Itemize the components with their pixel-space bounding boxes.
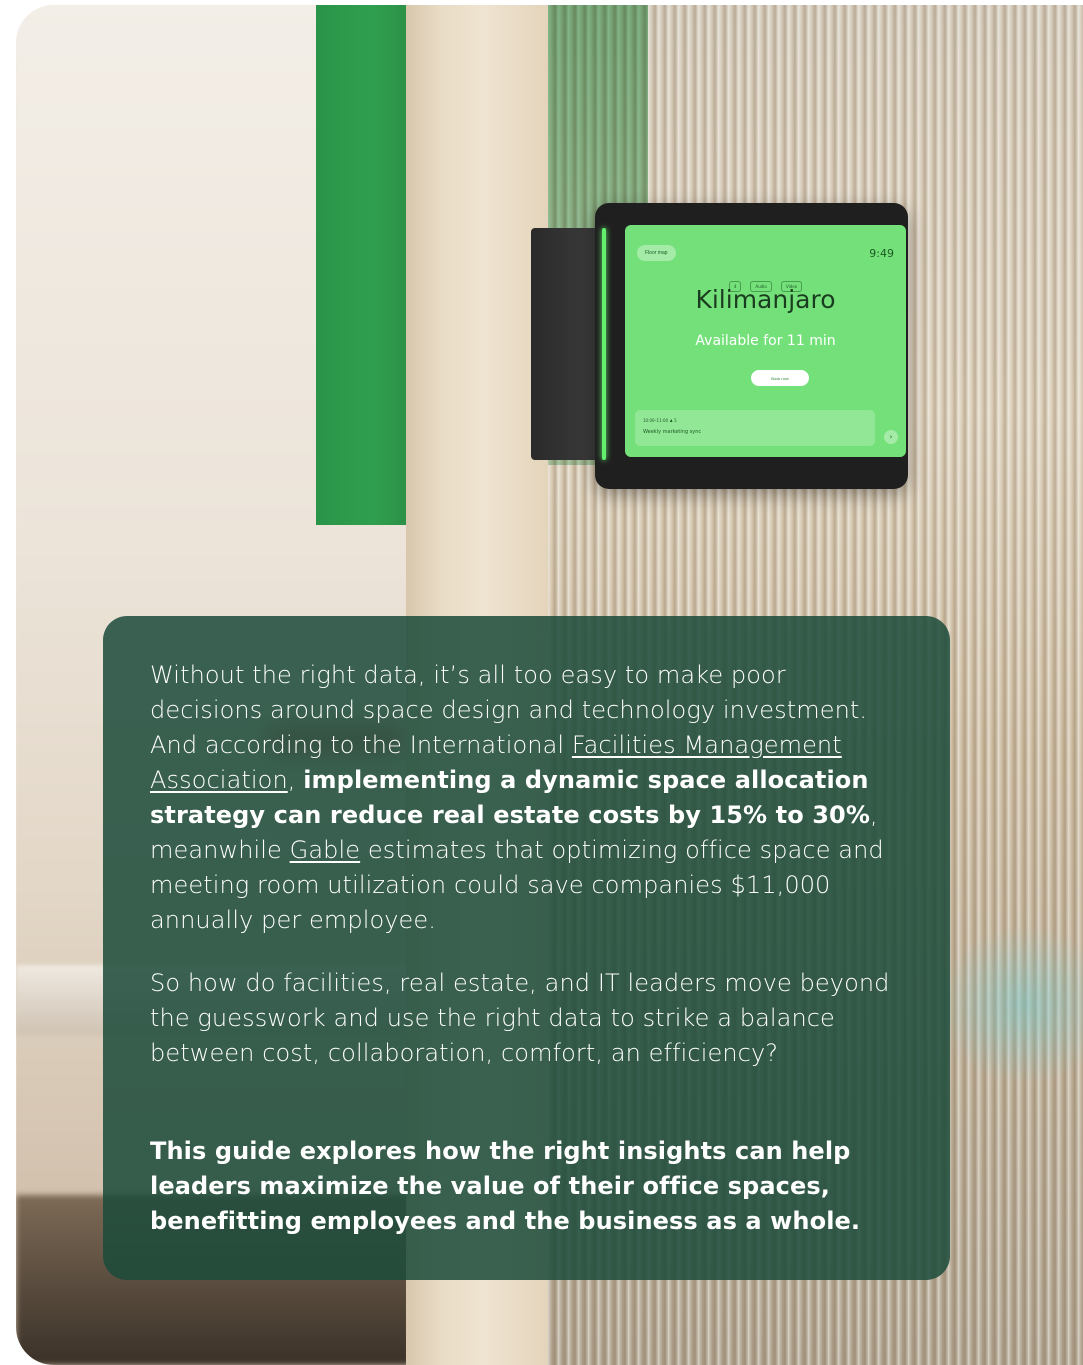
- chevron-right-icon[interactable]: ›: [884, 430, 898, 444]
- clock: 9:49: [869, 247, 894, 260]
- meeting-title: Weekly marketing sync: [643, 429, 702, 435]
- floor-map-button[interactable]: Floor map: [637, 245, 676, 261]
- tablet-mount: [531, 228, 601, 460]
- room-name: Kilimanjaro: [695, 285, 836, 314]
- upcoming-meeting-card[interactable]: 10:00–11:00 ♟ 5 Weekly marketing sync: [635, 410, 875, 446]
- question-paragraph: So how do facilities, real estate, and I…: [150, 969, 890, 1067]
- intro-paragraph: Without the right data, it’s all too eas…: [150, 658, 900, 938]
- availability-status: Available for 11 min: [695, 333, 836, 349]
- text-segment: ,: [287, 766, 304, 794]
- book-now-button[interactable]: Book now: [751, 370, 809, 386]
- text-panel: Without the right data, it’s all too eas…: [103, 616, 950, 1280]
- gable-link[interactable]: Gable: [290, 836, 360, 864]
- status-led: [602, 228, 606, 460]
- tablet-screen: Floor map 9:49 4 Audio Video Kilimanjaro…: [625, 225, 906, 457]
- glass-reflection-teal: [936, 925, 1083, 1085]
- guide-summary-paragraph: This guide explores how the right insigh…: [150, 1137, 861, 1235]
- green-wall-sign: [316, 5, 411, 525]
- meeting-time: 10:00–11:00 ♟ 5: [643, 418, 677, 423]
